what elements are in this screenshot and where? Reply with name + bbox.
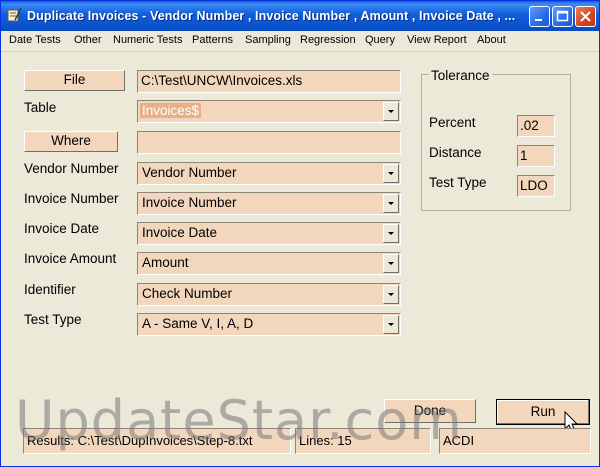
menu-query[interactable]: Query bbox=[365, 34, 395, 46]
chevron-down-icon[interactable] bbox=[383, 164, 399, 183]
done-button[interactable]: Done bbox=[384, 399, 476, 423]
status-mode: ACDI bbox=[439, 428, 591, 454]
status-lines: Lines: 15 bbox=[295, 428, 431, 454]
test-type-dropdown[interactable]: A - Same V, I, A, D bbox=[137, 313, 401, 336]
identifier-value: Check Number bbox=[142, 286, 233, 301]
chevron-down-icon[interactable] bbox=[383, 315, 399, 334]
file-path-field[interactable]: C:\Test\UNCW\Invoices.xls bbox=[137, 70, 401, 93]
invoice-date-dropdown[interactable]: Invoice Date bbox=[137, 222, 401, 245]
menu-sampling[interactable]: Sampling bbox=[245, 34, 291, 46]
tolerance-test-type-field[interactable]: LDO bbox=[517, 175, 555, 197]
vendor-number-label: Vendor Number bbox=[24, 161, 119, 176]
distance-field[interactable]: 1 bbox=[517, 145, 555, 167]
chevron-down-icon[interactable] bbox=[383, 102, 399, 121]
status-results: Results: C:\Test\DupInvoices\Step-8.txt bbox=[23, 428, 291, 454]
invoice-number-dropdown[interactable]: Invoice Number bbox=[137, 192, 401, 215]
minimize-icon bbox=[535, 19, 542, 21]
minimize-button[interactable] bbox=[529, 6, 550, 27]
invoice-amount-value: Amount bbox=[142, 255, 189, 270]
invoice-amount-dropdown[interactable]: Amount bbox=[137, 252, 401, 275]
invoice-date-label: Invoice Date bbox=[24, 221, 100, 236]
test-type-label: Test Type bbox=[24, 312, 82, 327]
tolerance-title: Tolerance bbox=[429, 68, 492, 83]
window-title: Duplicate Invoices - Vendor Number , Inv… bbox=[27, 9, 516, 23]
tolerance-test-type-label: Test Type bbox=[429, 175, 487, 190]
invoice-date-value: Invoice Date bbox=[142, 225, 218, 240]
menu-about[interactable]: About bbox=[477, 34, 506, 46]
chevron-down-icon[interactable] bbox=[383, 224, 399, 243]
table-label: Table bbox=[24, 100, 57, 115]
invoice-amount-label: Invoice Amount bbox=[24, 251, 117, 266]
identifier-dropdown[interactable]: Check Number bbox=[137, 283, 401, 306]
menu-date-tests[interactable]: Date Tests bbox=[9, 34, 61, 46]
percent-label: Percent bbox=[429, 115, 476, 130]
where-button[interactable]: Where bbox=[24, 131, 118, 152]
title-bar[interactable]: Duplicate Invoices - Vendor Number , Inv… bbox=[1, 1, 599, 31]
maximize-button[interactable] bbox=[552, 6, 573, 27]
identifier-label: Identifier bbox=[24, 282, 76, 297]
close-icon bbox=[580, 11, 591, 22]
close-button[interactable] bbox=[575, 6, 596, 27]
scroll-quill-icon[interactable] bbox=[6, 7, 22, 23]
menu-other[interactable]: Other bbox=[74, 34, 102, 46]
vendor-number-value: Vendor Number bbox=[142, 165, 237, 180]
chevron-down-icon[interactable] bbox=[383, 254, 399, 273]
menu-view-report[interactable]: View Report bbox=[407, 34, 467, 46]
table-dropdown[interactable]: Invoices$ bbox=[137, 100, 401, 123]
app-window: Duplicate Invoices - Vendor Number , Inv… bbox=[0, 0, 600, 467]
percent-field[interactable]: .02 bbox=[517, 115, 555, 137]
chevron-down-icon[interactable] bbox=[383, 194, 399, 213]
table-dropdown-value: Invoices$ bbox=[140, 103, 202, 118]
chevron-down-icon[interactable] bbox=[383, 285, 399, 304]
where-field[interactable] bbox=[137, 131, 401, 154]
menu-patterns[interactable]: Patterns bbox=[192, 34, 233, 46]
vendor-number-dropdown[interactable]: Vendor Number bbox=[137, 162, 401, 185]
invoice-number-value: Invoice Number bbox=[142, 195, 237, 210]
maximize-icon bbox=[556, 10, 569, 22]
invoice-number-label: Invoice Number bbox=[24, 191, 119, 206]
test-type-value: A - Same V, I, A, D bbox=[142, 316, 254, 331]
file-button[interactable]: File bbox=[24, 70, 125, 91]
menu-bar: Date Tests Other Numeric Tests Patterns … bbox=[1, 31, 599, 52]
menu-numeric-tests[interactable]: Numeric Tests bbox=[113, 34, 182, 46]
distance-label: Distance bbox=[429, 145, 482, 160]
menu-regression[interactable]: Regression bbox=[300, 34, 356, 46]
